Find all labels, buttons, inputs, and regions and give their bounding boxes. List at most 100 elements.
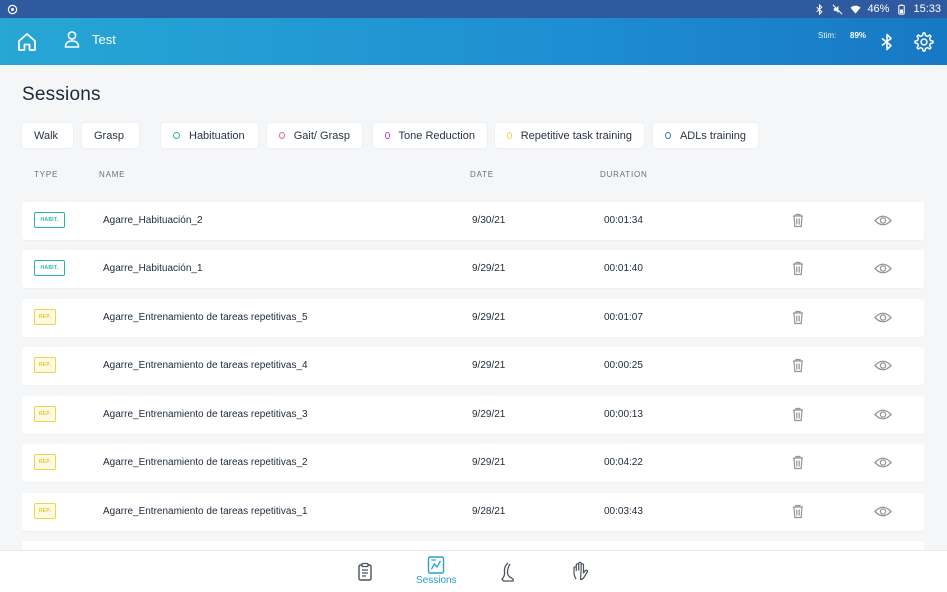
nav-sessions[interactable]: Sessions [416, 555, 457, 586]
foot-icon [501, 562, 514, 582]
nav-foot[interactable] [499, 562, 517, 582]
trash-icon[interactable] [791, 213, 805, 228]
session-date: 9/30/21 [472, 215, 506, 226]
trash-icon[interactable] [791, 504, 805, 519]
session-row[interactable]: REP. Agarre_Entrenamiento de tareas repe… [22, 493, 924, 531]
session-row[interactable]: HABIT. Agarre_Habituación_1 9/29/21 00:0… [22, 250, 924, 288]
session-date: 9/29/21 [472, 312, 506, 323]
filter-gait-grasp[interactable]: Gait/ Grasp [267, 123, 362, 148]
filter-repetitive-task-training[interactable]: Repetitive task training [495, 123, 644, 148]
session-name: Agarre_Habituación_2 [103, 215, 203, 226]
filter-label: Habituation [189, 129, 245, 142]
session-row[interactable]: REP. Agarre_Entrenamiento de tareas repe… [22, 299, 924, 337]
nav-clipboard[interactable] [356, 562, 374, 582]
status-bar: 46% 15:33 [0, 0, 947, 18]
session-duration: 00:00:13 [604, 409, 643, 420]
mute-icon [831, 3, 843, 15]
home-icon [18, 33, 36, 51]
habituation-dot-icon [173, 132, 180, 139]
bluetooth-icon [881, 33, 892, 51]
user-icon [64, 31, 80, 48]
trash-icon[interactable] [791, 407, 805, 422]
bluetooth-status-icon [813, 3, 825, 15]
home-button[interactable] [16, 31, 38, 53]
battery-icon [895, 3, 907, 15]
trash-icon[interactable] [791, 310, 805, 325]
settings-button[interactable] [913, 31, 935, 53]
filter-label: Repetitive task training [520, 129, 632, 142]
filter-habituation[interactable]: Habituation [161, 123, 258, 148]
filter-label: Walk [34, 129, 59, 142]
eye-icon[interactable] [874, 262, 892, 275]
session-name: Agarre_Entrenamiento de tareas repetitiv… [103, 409, 308, 420]
filter-label: Gait/ Grasp [293, 129, 350, 142]
session-duration: 00:01:07 [604, 312, 643, 323]
column-header-date[interactable]: DATE [470, 170, 494, 179]
eye-icon[interactable] [874, 214, 892, 227]
type-badge: HABIT. [34, 260, 65, 276]
session-name: Agarre_Habituación_1 [103, 263, 203, 274]
session-duration: 00:00:25 [604, 360, 643, 371]
type-badge: REP. [34, 503, 56, 519]
filter-walk[interactable]: Walk [22, 123, 73, 148]
session-date: 9/29/21 [472, 263, 506, 274]
session-duration: 00:01:40 [604, 263, 643, 274]
type-badge: HABIT. [34, 212, 65, 228]
eye-icon[interactable] [874, 311, 892, 324]
session-name: Agarre_Entrenamiento de tareas repetitiv… [103, 506, 308, 517]
trash-icon[interactable] [791, 358, 805, 373]
session-duration: 00:03:43 [604, 506, 643, 517]
filter-tone-reduction[interactable]: Tone Reduction [373, 123, 487, 148]
nav-hand[interactable] [571, 561, 589, 581]
column-header-duration[interactable]: DURATION [600, 170, 648, 179]
filter-label: ADLs training [679, 129, 746, 142]
filter-label: Grasp [94, 129, 124, 142]
type-badge: REP. [34, 357, 56, 373]
user-name: Test [92, 31, 116, 47]
session-row[interactable]: REP. Agarre_Entrenamiento de tareas repe… [22, 347, 924, 385]
session-duration: 00:01:34 [604, 215, 643, 226]
gear-icon [914, 32, 934, 52]
column-header-name[interactable]: NAME [99, 170, 125, 179]
user-profile[interactable]: Test [64, 30, 116, 48]
session-date: 9/29/21 [472, 409, 506, 420]
eye-icon[interactable] [874, 359, 892, 372]
eye-icon[interactable] [874, 408, 892, 421]
session-duration: 00:04:22 [604, 457, 643, 468]
trash-icon[interactable] [791, 261, 805, 276]
type-badge: REP. [34, 454, 56, 470]
nav-sessions-label: Sessions [416, 575, 457, 586]
clipboard-icon [358, 562, 372, 581]
bluetooth-button[interactable] [879, 33, 895, 51]
type-badge: REP. [34, 406, 56, 422]
eye-icon[interactable] [874, 456, 892, 469]
session-date: 9/29/21 [472, 457, 506, 468]
session-name: Agarre_Entrenamiento de tareas repetitiv… [103, 360, 308, 371]
wifi-icon [849, 3, 861, 15]
eye-icon[interactable] [874, 505, 892, 518]
gait-grasp-dot-icon [279, 132, 285, 139]
filter-label: Tone Reduction [398, 129, 475, 142]
app-header: Test Stim: 89% [0, 18, 947, 65]
session-name: Agarre_Entrenamiento de tareas repetitiv… [103, 312, 308, 323]
hand-icon [573, 561, 589, 581]
filter-grasp[interactable]: Grasp [82, 123, 139, 148]
stim-label: Stim: [818, 31, 837, 40]
filter-adls-training[interactable]: ADLs training [653, 123, 758, 148]
session-date: 9/29/21 [472, 360, 506, 371]
session-date: 9/28/21 [472, 506, 506, 517]
trash-icon[interactable] [791, 455, 805, 470]
session-row[interactable]: REP. Agarre_Entrenamiento de tareas repe… [22, 396, 924, 434]
clock: 15:33 [913, 3, 941, 15]
session-name: Agarre_Entrenamiento de tareas repetitiv… [103, 457, 308, 468]
battery-percent: 46% [867, 3, 890, 15]
page-title: Sessions [22, 84, 101, 105]
column-header-type[interactable]: TYPE [34, 170, 58, 179]
app-notification-icon [6, 3, 18, 15]
repetitive-dot-icon [507, 132, 512, 139]
session-row[interactable]: REP. Agarre_Entrenamiento de tareas repe… [22, 444, 924, 482]
tone-reduction-dot-icon [385, 132, 390, 139]
adls-dot-icon [665, 132, 671, 139]
type-badge: REP. [34, 309, 56, 325]
session-row[interactable]: HABIT. Agarre_Habituación_2 9/30/21 00:0… [22, 202, 924, 240]
